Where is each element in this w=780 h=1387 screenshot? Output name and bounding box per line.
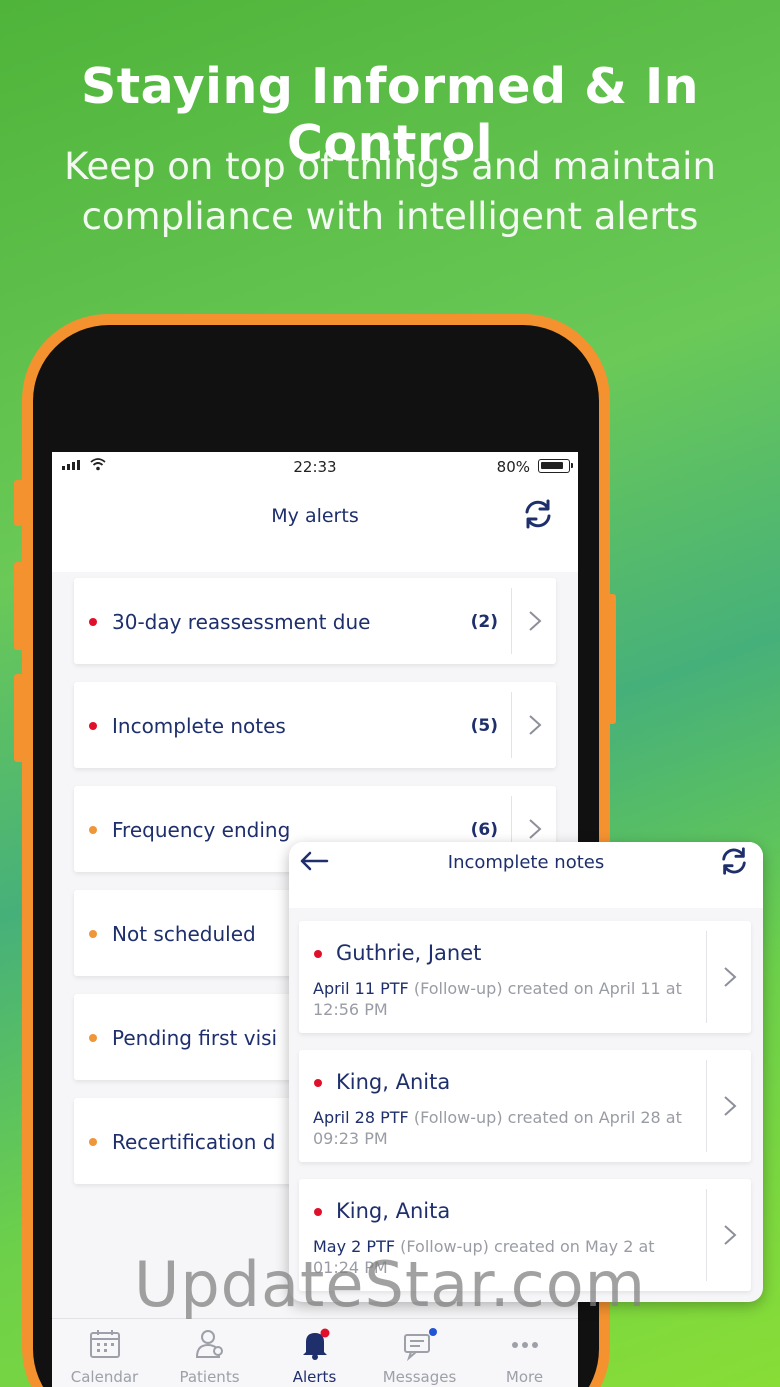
alert-count: (5) bbox=[470, 716, 498, 736]
alert-label: Frequency ending bbox=[112, 818, 291, 842]
tab-label: More bbox=[505, 1368, 544, 1386]
tab-label: Calendar bbox=[70, 1368, 139, 1386]
note-item[interactable]: Guthrie, Janet April 11 PTF (Follow-up) … bbox=[299, 921, 751, 1033]
watermark-text: UpdateStar.com bbox=[133, 1248, 647, 1321]
note-status-dot bbox=[314, 1079, 322, 1087]
note-description: April 28 PTF (Follow-up) created on Apri… bbox=[313, 1107, 693, 1149]
tab-label: Patients bbox=[179, 1368, 240, 1386]
alert-status-dot bbox=[89, 930, 97, 938]
battery-percent: 80% bbox=[496, 458, 530, 476]
messages-icon bbox=[404, 1328, 437, 1361]
phone-volume-down bbox=[14, 674, 24, 762]
battery-icon bbox=[538, 459, 573, 473]
alert-label: Recertification d bbox=[112, 1130, 276, 1154]
alert-status-dot bbox=[89, 618, 97, 626]
note-date: April 28 PTF bbox=[313, 1108, 409, 1127]
divider bbox=[511, 588, 512, 654]
alert-label: 30-day reassessment due bbox=[112, 610, 371, 634]
alert-item[interactable]: Incomplete notes (5) bbox=[74, 682, 556, 768]
page-title: My alerts bbox=[271, 505, 359, 527]
chevron-right-icon[interactable] bbox=[528, 818, 542, 840]
alert-item[interactable]: 30-day reassessment due (2) bbox=[74, 578, 556, 664]
phone-side-button bbox=[14, 480, 24, 526]
alert-status-dot bbox=[89, 1034, 97, 1042]
chevron-right-icon[interactable] bbox=[528, 610, 542, 632]
divider bbox=[511, 692, 512, 758]
alert-label: Pending first visi bbox=[112, 1026, 278, 1050]
phone-volume-up bbox=[14, 562, 24, 650]
chevron-right-icon[interactable] bbox=[723, 966, 737, 988]
chevron-right-icon[interactable] bbox=[723, 1095, 737, 1117]
tab-messages[interactable]: Messages bbox=[367, 1319, 472, 1387]
patient-name: King, Anita bbox=[336, 1070, 451, 1094]
more-icon bbox=[512, 1342, 538, 1348]
patient-name: Guthrie, Janet bbox=[336, 941, 482, 965]
chevron-right-icon[interactable] bbox=[723, 1224, 737, 1246]
alert-status-dot bbox=[89, 722, 97, 730]
incomplete-notes-panel: Incomplete notes Guthrie, Janet April 11… bbox=[289, 842, 763, 1302]
patient-name: King, Anita bbox=[336, 1199, 451, 1223]
tab-label: Alerts bbox=[292, 1368, 337, 1386]
note-status-dot bbox=[314, 1208, 322, 1216]
patients-icon bbox=[195, 1330, 223, 1358]
alert-label: Not scheduled bbox=[112, 922, 256, 946]
tab-calendar[interactable]: Calendar bbox=[52, 1319, 157, 1387]
bell-icon bbox=[303, 1328, 330, 1360]
alert-status-dot bbox=[89, 1138, 97, 1146]
note-date: April 11 PTF bbox=[313, 979, 409, 998]
tab-more[interactable]: More bbox=[472, 1319, 577, 1387]
refresh-icon[interactable] bbox=[719, 846, 749, 876]
tab-alerts[interactable]: Alerts bbox=[262, 1319, 367, 1387]
alert-status-dot bbox=[89, 826, 97, 834]
panel-title: Incomplete notes bbox=[447, 852, 605, 873]
divider bbox=[706, 931, 707, 1023]
tab-bar: Calendar Patients Alerts Messages More bbox=[52, 1318, 578, 1387]
divider bbox=[706, 1060, 707, 1152]
panel-header: Incomplete notes bbox=[289, 842, 763, 908]
app-header: My alerts bbox=[52, 482, 578, 567]
calendar-icon bbox=[90, 1330, 120, 1358]
tab-patients[interactable]: Patients bbox=[157, 1319, 262, 1387]
alert-count: (2) bbox=[470, 612, 498, 632]
refresh-icon[interactable] bbox=[522, 498, 554, 530]
tab-label: Messages bbox=[382, 1368, 457, 1386]
alert-label: Incomplete notes bbox=[112, 714, 286, 738]
note-item[interactable]: King, Anita April 28 PTF (Follow-up) cre… bbox=[299, 1050, 751, 1162]
phone-power-button bbox=[606, 594, 616, 724]
note-description: April 11 PTF (Follow-up) created on Apri… bbox=[313, 978, 693, 1020]
status-bar: 22:33 80% bbox=[52, 452, 578, 482]
alert-count: (6) bbox=[470, 820, 498, 840]
note-status-dot bbox=[314, 950, 322, 958]
promo-subline: Keep on top of things and maintain compl… bbox=[64, 145, 716, 238]
chevron-right-icon[interactable] bbox=[528, 714, 542, 736]
